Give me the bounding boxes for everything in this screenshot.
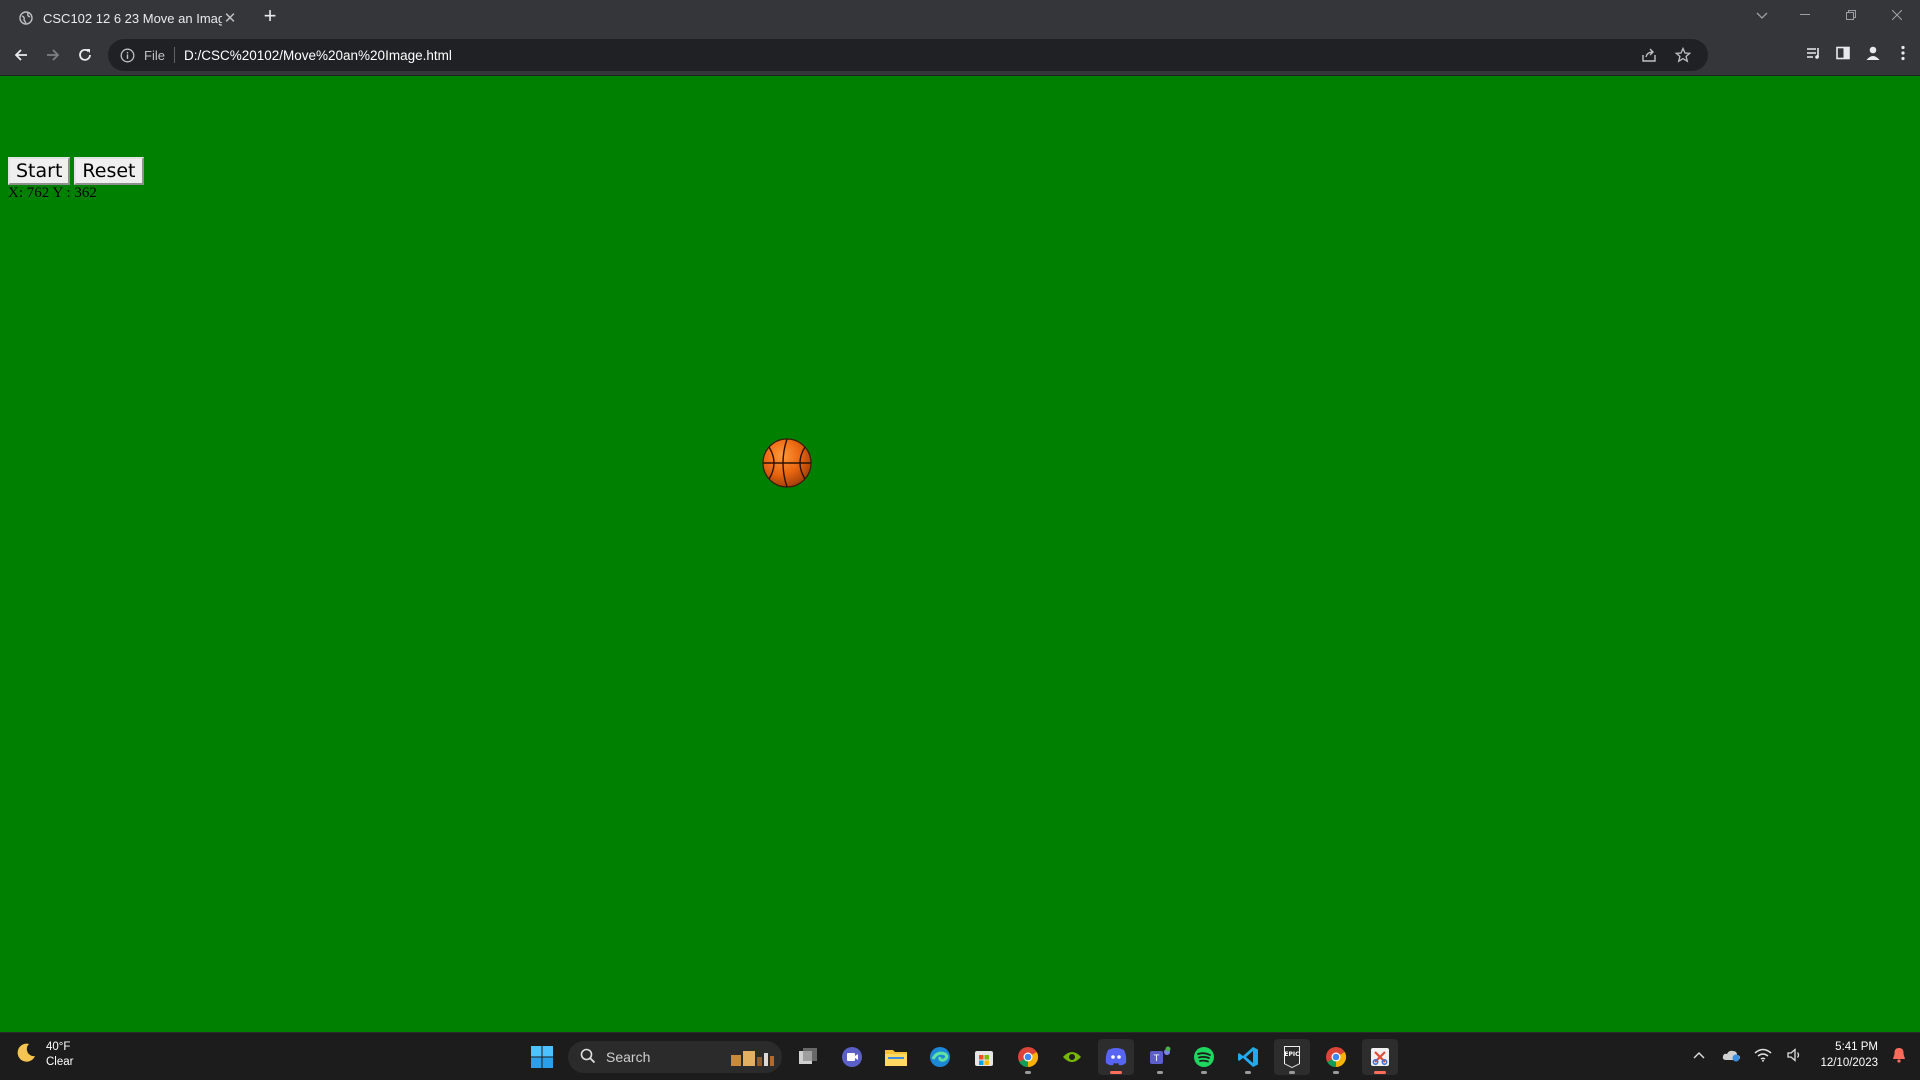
wifi-icon[interactable] — [1752, 1044, 1774, 1066]
share-icon[interactable] — [1638, 44, 1660, 66]
taskbar-apps: Search T EPIC — [524, 1039, 1398, 1075]
weather-condition: Clear — [46, 1056, 74, 1068]
search-highlight-illustration-icon — [730, 1047, 776, 1067]
snipping-tool-icon[interactable] — [1362, 1039, 1398, 1075]
new-tab-icon[interactable]: + — [258, 5, 282, 29]
site-info-icon[interactable] — [118, 46, 136, 64]
browser-toolbar: File D:/CSC%20102/Move%20an%20Image.html — [0, 34, 1920, 76]
close-tab-icon[interactable]: ✕ — [222, 9, 238, 27]
running-indicator — [1289, 1071, 1295, 1074]
task-view-icon[interactable] — [790, 1039, 826, 1075]
svg-text:EPIC: EPIC — [1284, 1051, 1300, 1058]
notification-bell-icon[interactable] — [1888, 1044, 1910, 1066]
show-hidden-icons-chevron-icon[interactable] — [1688, 1044, 1710, 1066]
search-icon — [580, 1048, 596, 1067]
coordinates-readout: X: 762 Y : 362 — [8, 185, 97, 201]
tab-search-chevron-icon[interactable] — [1748, 6, 1776, 26]
running-indicator — [1025, 1071, 1031, 1074]
system-tray: 5:41 PM 12/10/2023 — [1688, 1039, 1910, 1071]
close-window-icon[interactable] — [1874, 0, 1920, 30]
button-group: Start Reset — [8, 157, 144, 185]
globe-icon — [18, 10, 34, 26]
divider — [173, 47, 175, 63]
svg-text:T: T — [1153, 1054, 1160, 1064]
scheme-label: File — [144, 47, 165, 63]
side-panel-icon[interactable] — [1832, 42, 1854, 64]
running-indicator — [1333, 1071, 1339, 1074]
file-explorer-icon[interactable] — [878, 1039, 914, 1075]
running-indicator — [1157, 1071, 1163, 1074]
active-indicator — [1110, 1071, 1122, 1074]
browser-tab[interactable]: CSC102 12 6 23 Move an Image ✕ — [8, 2, 248, 34]
spotify-icon[interactable] — [1186, 1039, 1222, 1075]
page-viewport: Start Reset X: 762 Y : 362 — [0, 76, 1920, 1032]
tab-strip: CSC102 12 6 23 Move an Image ✕ + — [0, 0, 1920, 34]
nvidia-icon[interactable] — [1054, 1039, 1090, 1075]
start-button[interactable]: Start — [8, 157, 71, 185]
discord-icon[interactable] — [1098, 1039, 1134, 1075]
search-label: Search — [606, 1049, 651, 1065]
weather-temperature: 40°F — [46, 1041, 71, 1053]
teams-icon[interactable]: T — [1142, 1039, 1178, 1075]
running-indicator — [1245, 1071, 1251, 1074]
minimize-icon[interactable] — [1782, 0, 1828, 30]
profile-avatar-icon[interactable] — [1862, 42, 1884, 64]
window-controls — [1782, 0, 1920, 30]
active-indicator — [1374, 1071, 1386, 1074]
teams-meet-icon[interactable] — [834, 1039, 870, 1075]
clock-date: 12/10/2023 — [1820, 1057, 1878, 1069]
back-arrow-icon[interactable] — [8, 42, 34, 68]
basketball-image — [762, 438, 812, 488]
windows-taskbar: 40°F Clear Search T EPIC 5:41 PM 12/10/2… — [0, 1032, 1920, 1080]
reading-list-icon[interactable] — [1802, 42, 1824, 64]
chrome-icon[interactable] — [1318, 1039, 1354, 1075]
reset-button[interactable]: Reset — [74, 157, 144, 185]
moon-icon — [14, 1041, 38, 1070]
tab-title: CSC102 12 6 23 Move an Image — [43, 10, 222, 26]
restore-icon[interactable] — [1828, 0, 1874, 30]
taskbar-search[interactable]: Search — [568, 1041, 782, 1073]
onedrive-icon[interactable] — [1720, 1044, 1742, 1066]
running-indicator — [1201, 1071, 1207, 1074]
clock-time: 5:41 PM — [1835, 1041, 1878, 1053]
address-bar[interactable]: File D:/CSC%20102/Move%20an%20Image.html — [108, 39, 1708, 71]
bookmark-star-icon[interactable] — [1672, 44, 1694, 66]
epic-games-icon[interactable]: EPIC — [1274, 1039, 1310, 1075]
chrome-icon[interactable] — [1010, 1039, 1046, 1075]
url-text[interactable]: D:/CSC%20102/Move%20an%20Image.html — [184, 48, 452, 63]
volume-icon[interactable] — [1784, 1044, 1806, 1066]
forward-arrow-icon[interactable] — [40, 42, 66, 68]
vscode-icon[interactable] — [1230, 1039, 1266, 1075]
microsoft-store-icon[interactable] — [966, 1039, 1002, 1075]
weather-widget[interactable]: 40°F Clear — [14, 1040, 73, 1070]
edge-browser-icon[interactable] — [922, 1039, 958, 1075]
windows-start-icon[interactable] — [524, 1039, 560, 1075]
reload-icon[interactable] — [72, 42, 98, 68]
more-menu-icon[interactable] — [1892, 42, 1914, 64]
clock[interactable]: 5:41 PM 12/10/2023 — [1820, 1039, 1878, 1071]
